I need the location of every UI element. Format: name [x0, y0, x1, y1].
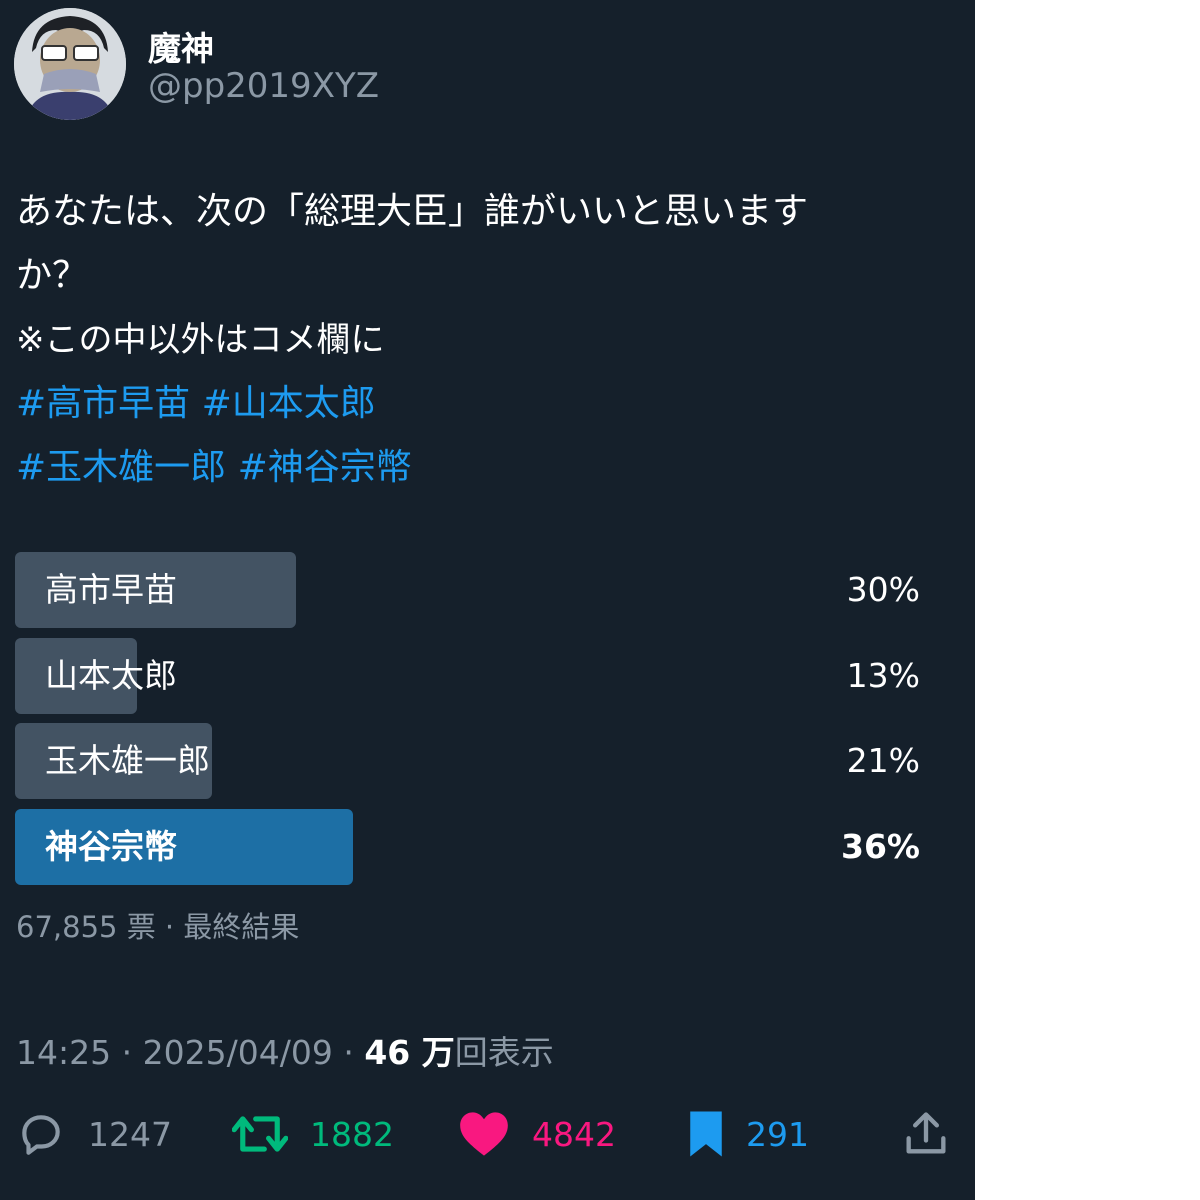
separator: ·: [343, 1033, 354, 1072]
poll-summary: 67,855 票 · 最終結果: [16, 904, 299, 946]
bookmark-count: 291: [746, 1114, 809, 1154]
retweet-count: 1882: [310, 1114, 394, 1154]
tweet-text: あなたは、次の「総理大臣」誰がいいと思います か？ ※この中以外はコメ欄に #高…: [16, 180, 936, 500]
tweet-card: 魔神 @pp2019XYZ あなたは、次の「総理大臣」誰がいいと思います か？ …: [0, 0, 975, 1200]
bookmark-icon: [690, 1111, 722, 1157]
tweet-time[interactable]: 14:25: [16, 1033, 111, 1072]
like-button[interactable]: 4842: [458, 1106, 616, 1162]
poll-option-percent: 13%: [846, 656, 920, 695]
share-icon[interactable]: [900, 1108, 952, 1160]
reply-icon: [22, 1115, 60, 1155]
poll-option-label: 玉木雄一郎: [45, 741, 210, 780]
view-count: 46 万: [364, 1033, 455, 1072]
retweet-button[interactable]: 1882: [232, 1106, 394, 1162]
poll-option-label: 高市早苗: [45, 570, 177, 609]
poll-option: 高市早苗 30%: [15, 552, 920, 628]
like-icon: [460, 1112, 508, 1156]
tweet-date[interactable]: 2025/04/09: [143, 1033, 333, 1072]
tweet-text-line: ※この中以外はコメ欄に: [16, 320, 385, 360]
poll-option-label: 神谷宗幣: [45, 827, 177, 866]
like-count: 4842: [532, 1114, 616, 1154]
author-display-name[interactable]: 魔神: [148, 22, 214, 70]
tweet-text-line: か？: [16, 255, 89, 296]
poll-option-label: 山本太郎: [45, 656, 177, 695]
tweet-timestamp: 14:25 · 2025/04/09 · 46 万回表示: [16, 1026, 554, 1074]
author-handle[interactable]: @pp2019XYZ: [148, 66, 379, 106]
avatar[interactable]: [14, 8, 126, 120]
hashtag-link[interactable]: #玉木雄一郎: [16, 447, 226, 488]
separator: ·: [164, 910, 175, 944]
poll-option-percent: 21%: [846, 741, 920, 780]
hashtag-line: #高市早苗 #山本太郎: [16, 372, 936, 436]
hashtag-line: #玉木雄一郎 #神谷宗幣: [16, 436, 936, 500]
poll-option-winner: 神谷宗幣 36%: [15, 809, 920, 885]
poll-option: 山本太郎 13%: [15, 638, 920, 714]
bookmark-button[interactable]: 291: [688, 1106, 809, 1162]
poll-status: 最終結果: [183, 910, 300, 944]
poll-option-percent: 30%: [846, 570, 920, 609]
poll-option-percent: 36%: [841, 827, 920, 866]
hashtag-link[interactable]: #高市早苗: [16, 383, 190, 424]
separator: ·: [121, 1033, 133, 1072]
reply-count: 1247: [88, 1114, 172, 1154]
poll-vote-count: 67,855 票: [16, 910, 156, 944]
view-label: 回表示: [454, 1033, 554, 1072]
retweet-icon: [232, 1116, 288, 1152]
poll-option: 玉木雄一郎 21%: [15, 723, 920, 799]
tweet-text-line: あなたは、次の「総理大臣」誰がいいと思います: [16, 191, 809, 232]
reply-button[interactable]: 1247: [16, 1106, 172, 1162]
hashtag-link[interactable]: #神谷宗幣: [238, 447, 412, 488]
hashtag-link[interactable]: #山本太郎: [202, 383, 376, 424]
